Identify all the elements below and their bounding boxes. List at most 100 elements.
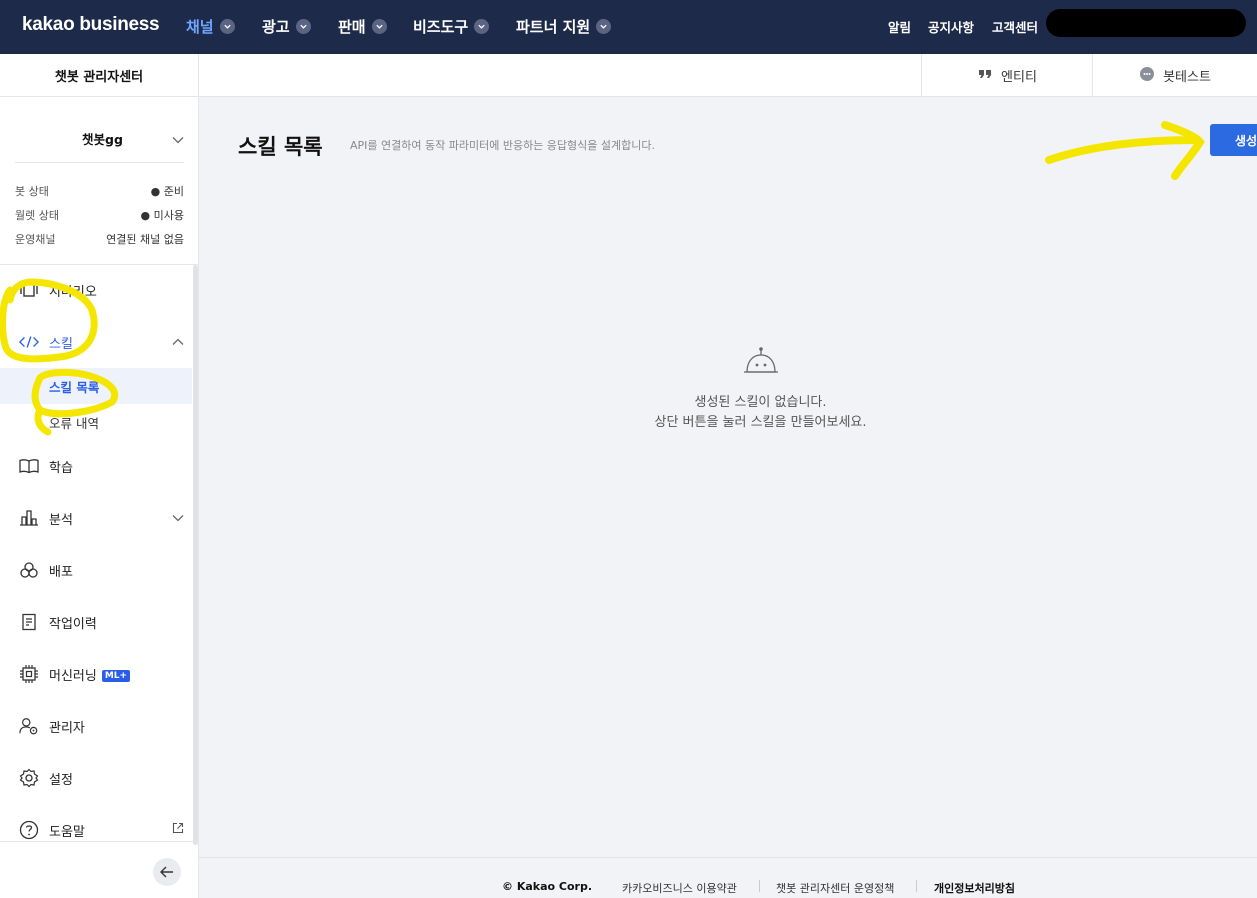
chat-bubble-icon xyxy=(1139,66,1155,86)
chevron-down-icon xyxy=(172,511,184,526)
robot-icon xyxy=(743,346,779,380)
divider xyxy=(0,264,199,265)
divider xyxy=(0,841,199,842)
admin-icon xyxy=(19,716,39,736)
sidebar-item-skill[interactable]: 스킬 xyxy=(0,324,192,360)
bot-test-tab-label: 봇테스트 xyxy=(1163,70,1211,85)
page-title: 스킬 목록 xyxy=(238,135,323,159)
bot-status-label: 봇 상태 xyxy=(15,185,49,198)
operating-channel-label: 운영채널 xyxy=(15,233,56,246)
entity-tab[interactable]: 엔티티 xyxy=(921,54,1092,97)
empty-state-message: 생성된 스킬이 없습니다. xyxy=(694,395,827,410)
bot-test-tab[interactable]: 봇테스트 xyxy=(1092,54,1257,97)
divider xyxy=(916,880,917,892)
bot-status-row: 봇 상태 ● 준비 xyxy=(15,183,184,199)
sidebar-item-label: 도움말 xyxy=(49,824,85,840)
chevron-down-icon xyxy=(295,19,311,34)
main-content: 스킬 목록 API를 연결하여 동작 파라미터에 반응하는 응답형식을 설계합니… xyxy=(199,97,1257,898)
sidebar-subitem-label: 오류 내역 xyxy=(49,415,99,431)
notifications-link[interactable]: 알림 xyxy=(888,17,911,36)
nav-sales-label: 판매 xyxy=(338,18,366,36)
nav-sales[interactable]: 판매 xyxy=(338,16,387,37)
divider xyxy=(759,880,760,892)
footer-link-policy[interactable]: 챗봇 관리자센터 운영정책 xyxy=(776,880,894,896)
nav-partner-support-label: 파트너 지원 xyxy=(516,18,591,36)
sidebar-subitem-skill-list[interactable]: 스킬 목록 xyxy=(0,368,192,404)
deploy-icon xyxy=(19,560,39,580)
create-skill-button[interactable]: 생성 xyxy=(1210,124,1257,156)
sidebar-subitem-error-log[interactable]: 오류 내역 xyxy=(0,404,192,440)
sidebar-item-history[interactable]: 작업이력 xyxy=(0,604,192,640)
notices-link[interactable]: 공지사항 xyxy=(928,17,974,36)
chevron-down-icon xyxy=(172,129,184,148)
console-title[interactable]: 챗봇 관리자센터 xyxy=(0,54,199,97)
sidebar-item-label: 스킬 xyxy=(49,336,73,352)
nav-biz-tools[interactable]: 비즈도구 xyxy=(413,16,490,37)
sub-header: 챗봇 관리자센터 엔티티 봇테스트 xyxy=(0,54,1257,97)
collapse-sidebar-button[interactable] xyxy=(153,858,181,886)
chevron-down-icon xyxy=(596,19,612,34)
sidebar-item-machine-learning[interactable]: 머신러닝 ML+ xyxy=(0,656,192,692)
entity-tab-label: 엔티티 xyxy=(1001,70,1037,85)
code-icon xyxy=(19,332,39,352)
wallet-status-row: 월렛 상태 ● 미사용 xyxy=(15,207,184,223)
nav-ads-label: 광고 xyxy=(262,18,290,36)
copyright: © Kakao Corp. xyxy=(502,880,593,893)
sidebar: 챗봇gg 봇 상태 ● 준비 월렛 상태 ● 미사용 운영채널 연결된 채널 없… xyxy=(0,97,199,898)
chevron-down-icon xyxy=(371,19,387,34)
arrow-left-icon xyxy=(160,863,174,882)
nav-channel-label: 채널 xyxy=(186,18,214,36)
quote-icon xyxy=(977,66,993,86)
sidebar-item-label: 설정 xyxy=(49,772,73,788)
page-description: API를 연결하여 동작 파라미터에 반응하는 응답형식을 설계합니다. xyxy=(350,139,655,152)
wallet-status-label: 월렛 상태 xyxy=(15,209,59,222)
book-icon xyxy=(19,456,39,476)
sidebar-item-label: 관리자 xyxy=(49,720,85,736)
footer-link-privacy[interactable]: 개인정보처리방침 xyxy=(934,880,1015,896)
help-icon xyxy=(19,820,39,840)
sidebar-item-label: 학습 xyxy=(49,460,73,476)
scenario-icon xyxy=(19,280,39,300)
sidebar-item-deploy[interactable]: 배포 xyxy=(0,552,192,588)
empty-state-hint: 상단 버튼을 눌러 스킬을 만들어보세요. xyxy=(654,415,867,430)
sidebar-item-label: 분석 xyxy=(49,512,73,528)
history-icon xyxy=(19,612,39,632)
nav-partner-support[interactable]: 파트너 지원 xyxy=(516,16,612,37)
chart-icon xyxy=(19,508,39,528)
nav-channel[interactable]: 채널 xyxy=(186,16,235,37)
ml-plus-badge: ML+ xyxy=(101,670,131,682)
machine-learning-label: 머신러닝 xyxy=(49,668,97,684)
gear-icon xyxy=(19,768,39,788)
sidebar-item-admin[interactable]: 관리자 xyxy=(0,708,192,744)
sidebar-item-label: 시나리오 xyxy=(49,284,97,300)
nav-biz-tools-label: 비즈도구 xyxy=(413,18,469,36)
external-link-icon xyxy=(172,822,184,838)
chevron-down-icon xyxy=(474,19,490,34)
wallet-status-value: ● 미사용 xyxy=(140,209,184,222)
divider xyxy=(199,857,1257,858)
chip-icon xyxy=(19,664,39,684)
chevron-up-icon xyxy=(172,335,184,350)
sidebar-item-analytics[interactable]: 분석 xyxy=(0,500,192,536)
kakao-business-logo[interactable]: kakao business xyxy=(22,14,160,36)
chevron-down-icon xyxy=(219,19,235,34)
footer-link-terms[interactable]: 카카오비즈니스 이용약관 xyxy=(622,880,737,896)
operating-channel-value: 연결된 채널 없음 xyxy=(106,233,184,246)
top-navigation-bar: kakao business 채널 광고 판매 비즈도구 파트너 지원 알림 공… xyxy=(0,0,1257,54)
customer-center-link[interactable]: 고객센터 xyxy=(992,17,1038,36)
bot-selector[interactable]: 챗봇gg xyxy=(15,107,184,163)
sidebar-item-label: 배포 xyxy=(49,564,73,580)
sidebar-item-help[interactable]: 도움말 xyxy=(0,812,192,848)
sidebar-item-learning[interactable]: 학습 xyxy=(0,448,192,484)
sidebar-item-label: 작업이력 xyxy=(49,616,97,632)
bot-name: 챗봇gg xyxy=(82,132,123,147)
sidebar-item-label: 머신러닝 ML+ xyxy=(49,665,131,684)
sidebar-item-settings[interactable]: 설정 xyxy=(0,760,192,796)
sidebar-scrollbar[interactable] xyxy=(193,265,198,845)
bot-status-value: ● 준비 xyxy=(150,185,184,198)
sidebar-subitem-label: 스킬 목록 xyxy=(49,379,100,395)
nav-ads[interactable]: 광고 xyxy=(262,16,311,37)
redacted-account-area xyxy=(1046,9,1246,37)
sidebar-item-scenario[interactable]: 시나리오 xyxy=(0,272,192,308)
operating-channel-row: 운영채널 연결된 채널 없음 xyxy=(15,231,184,247)
